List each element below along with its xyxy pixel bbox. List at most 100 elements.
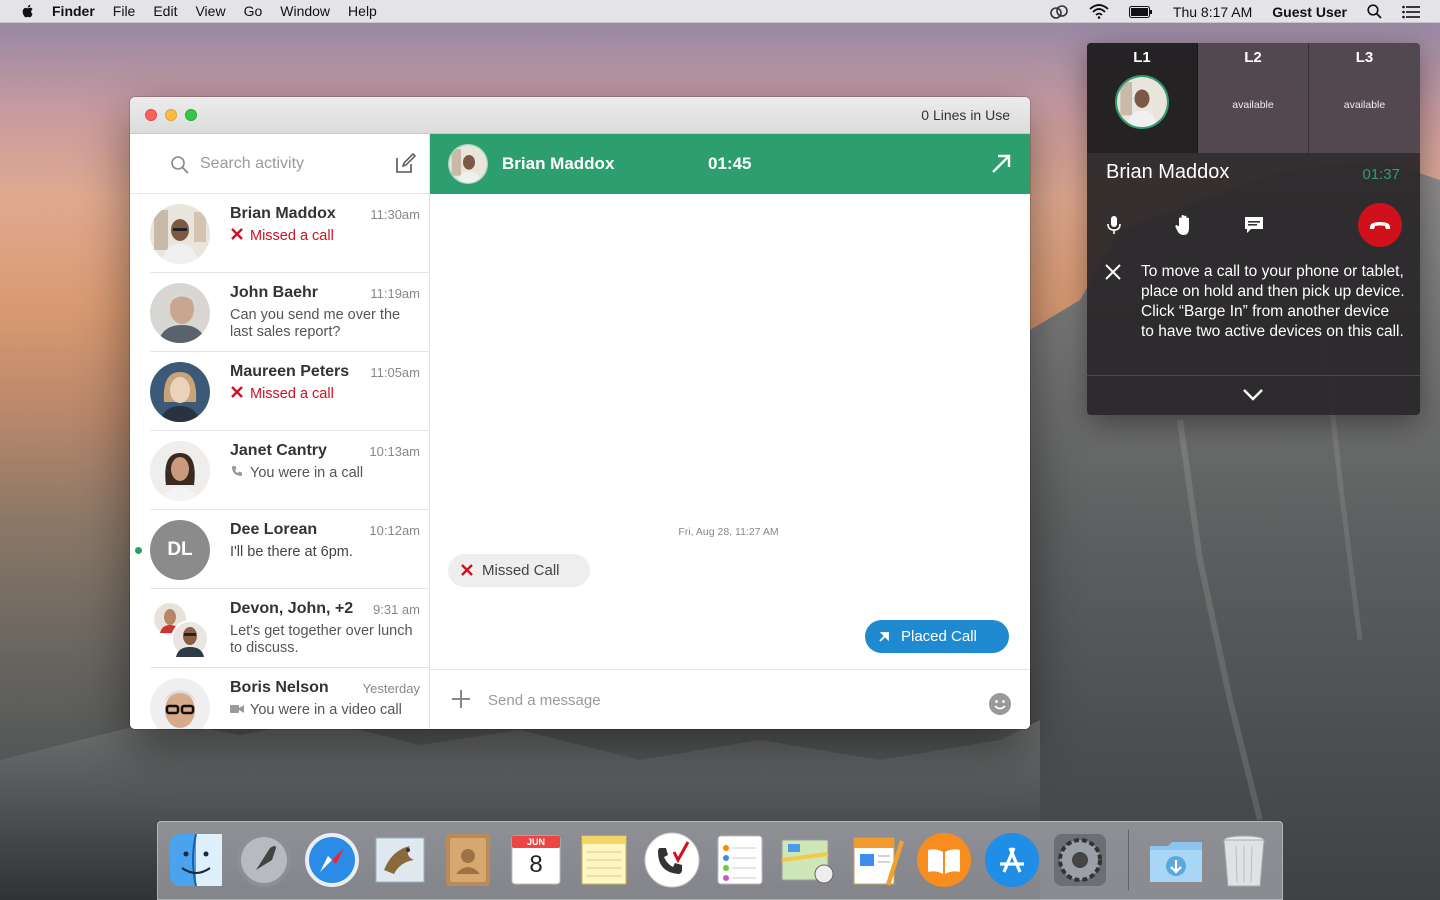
conversation-item-john-baehr[interactable]: John Baehr 11:19am Can you send me over … — [150, 273, 429, 352]
avatar — [150, 362, 210, 422]
emoji-icon[interactable] — [988, 692, 1012, 716]
compose-icon[interactable] — [394, 153, 416, 175]
missed-call-icon — [461, 564, 473, 576]
line-status: available — [1232, 99, 1274, 111]
message-input[interactable] — [488, 689, 948, 711]
dock-separator — [1128, 830, 1129, 890]
video-call-icon — [230, 705, 244, 713]
phone-icon — [232, 466, 242, 476]
phone-app-icon[interactable] — [642, 830, 702, 890]
menu-file[interactable]: File — [113, 3, 136, 19]
calendar-day: 8 — [529, 851, 543, 878]
menu-help[interactable]: Help — [348, 3, 377, 19]
avatar — [150, 204, 210, 264]
pages-icon[interactable] — [846, 830, 906, 890]
close-window-button[interactable] — [145, 109, 157, 121]
line-3-tab[interactable]: L3 available — [1309, 43, 1420, 153]
conversation-item-janet-cantry[interactable]: Janet Cantry 10:13am You were in a call — [150, 431, 429, 510]
outgoing-call-icon — [879, 632, 889, 642]
preview-text: You were in a video call — [250, 702, 402, 718]
conversation-item-maureen-peters[interactable]: Maureen Peters 11:05am Missed a call — [150, 352, 429, 431]
notification-center-icon[interactable] — [1402, 5, 1420, 19]
conversation-item-boris-nelson[interactable]: Boris Nelson Yesterday You were in a vid… — [150, 668, 429, 729]
avatar — [150, 441, 210, 501]
add-attachment-icon[interactable] — [450, 688, 472, 710]
missed-call-event[interactable]: Missed Call — [448, 554, 590, 587]
contacts-icon[interactable] — [438, 830, 498, 890]
panel-caller-name: Brian Maddox — [1106, 161, 1230, 183]
line-2-tab[interactable]: L2 available — [1198, 43, 1309, 153]
contact-name: John Baehr — [230, 284, 319, 301]
activity-preview: Can you send me over the last sales repo… — [230, 307, 401, 340]
wifi-icon[interactable] — [1089, 4, 1109, 19]
reminders-icon[interactable] — [710, 830, 770, 890]
safari-icon[interactable] — [302, 830, 362, 890]
line-1-tab[interactable]: L1 — [1087, 43, 1198, 153]
message-date-stamp: Fri, Aug 28, 11:27 AM — [678, 526, 779, 538]
hold-hand-icon[interactable] — [1172, 213, 1196, 237]
launchpad-icon[interactable] — [234, 830, 294, 890]
battery-icon[interactable] — [1128, 5, 1153, 18]
spotlight-search-icon[interactable] — [1367, 4, 1382, 19]
calendar-month: JUN — [526, 837, 545, 847]
preview-text: You were in a call — [250, 465, 364, 481]
microphone-mute-icon[interactable] — [1102, 213, 1126, 237]
hang-up-button[interactable] — [1358, 203, 1402, 247]
conversation-item-devon-group[interactable]: Devon, John, +2 9:31 am Let's get togeth… — [150, 589, 429, 668]
active-call-header[interactable]: Brian Maddox 01:45 — [430, 134, 1030, 194]
menu-edit[interactable]: Edit — [153, 3, 177, 19]
missed-call-label: Missed Call — [482, 562, 560, 579]
line-label: L1 — [1133, 49, 1151, 66]
line-label: L3 — [1355, 49, 1374, 66]
missed-call-icon — [231, 386, 243, 398]
line-1-avatar — [1115, 75, 1169, 129]
avatar — [150, 678, 210, 729]
menu-bar: Finder File Edit View Go Window Help Thu… — [0, 0, 1440, 23]
timestamp: 10:12am — [369, 523, 420, 538]
apple-menu-icon[interactable] — [20, 3, 36, 19]
message-composer — [430, 669, 1030, 729]
maps-icon[interactable] — [778, 830, 838, 890]
active-call-panel: L1 L2 available L3 available Brian Maddo… — [1087, 43, 1420, 415]
pop-out-arrow-icon[interactable] — [990, 153, 1012, 175]
avatar-initials: DL — [167, 539, 193, 560]
menu-go[interactable]: Go — [244, 3, 263, 19]
preview-text: Missed a call — [250, 386, 334, 402]
ibooks-icon[interactable] — [914, 830, 974, 890]
activity-preview: Missed a call — [230, 228, 420, 245]
title-bar: 0 Lines in Use — [130, 97, 1030, 134]
missed-call-icon — [231, 228, 243, 240]
chevron-down-icon[interactable] — [1242, 388, 1264, 402]
menu-window[interactable]: Window — [280, 3, 330, 19]
timestamp: 11:19am — [370, 286, 420, 301]
search-icon — [171, 156, 189, 174]
call-duration: 01:45 — [708, 154, 752, 173]
menu-view[interactable]: View — [195, 3, 225, 19]
contact-name: Janet Cantry — [230, 442, 327, 459]
calendar-icon[interactable]: JUN 8 — [506, 830, 566, 890]
close-tip-icon[interactable] — [1105, 264, 1121, 280]
placed-call-event[interactable]: Placed Call — [865, 620, 1009, 653]
notes-icon[interactable] — [574, 830, 634, 890]
downloads-folder-icon[interactable] — [1146, 830, 1206, 890]
conversation-item-brian-maddox[interactable]: Brian Maddox 11:30am Missed a call — [150, 194, 429, 273]
app-store-icon[interactable] — [982, 830, 1042, 890]
chat-message-icon[interactable] — [1242, 213, 1266, 237]
mail-icon[interactable] — [370, 830, 430, 890]
group-avatar — [150, 599, 210, 659]
zoom-window-button[interactable] — [185, 109, 197, 121]
menubar-user[interactable]: Guest User — [1272, 4, 1347, 20]
system-preferences-icon[interactable] — [1050, 830, 1110, 890]
conversation-item-dee-lorean[interactable]: DL Dee Lorean 10:12am I'll be there at 6… — [135, 510, 429, 589]
finder-icon[interactable] — [166, 830, 226, 890]
minimize-window-button[interactable] — [165, 109, 177, 121]
caller-name: Brian Maddox — [502, 154, 615, 173]
search-activity-input[interactable] — [200, 152, 380, 176]
creative-cloud-icon[interactable] — [1049, 4, 1069, 19]
trash-icon[interactable] — [1214, 830, 1274, 890]
timestamp: Yesterday — [362, 681, 420, 696]
menubar-clock[interactable]: Thu 8:17 AM — [1173, 4, 1252, 20]
line-label: L2 — [1244, 49, 1262, 66]
menu-app-finder[interactable]: Finder — [52, 3, 95, 19]
preview-text: Missed a call — [250, 228, 334, 244]
